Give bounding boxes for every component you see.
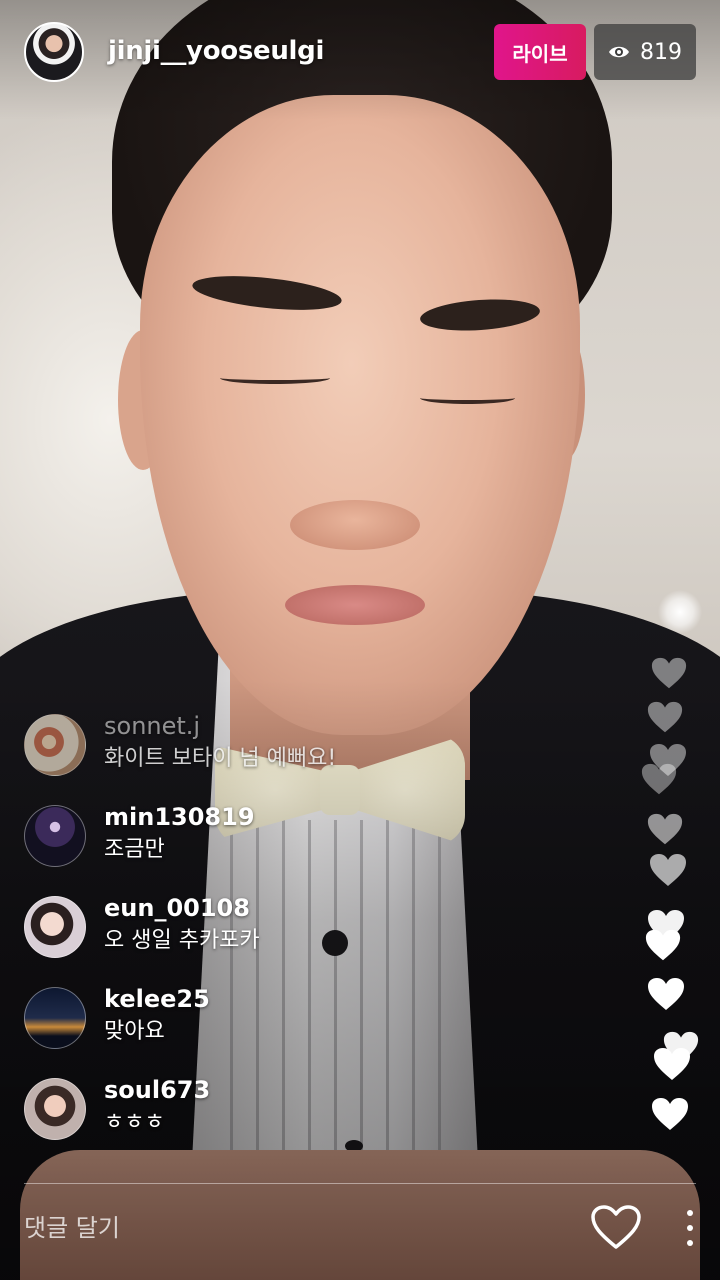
live-header: jinji__yooseulgi 라이브 819 [0,0,720,110]
comment-username[interactable]: soul673 [104,1074,210,1106]
heart-icon [647,813,683,845]
comment-username[interactable]: sonnet.j [104,710,336,742]
heart-icon [641,763,677,795]
heart-icon [651,657,687,689]
heart-icon [648,978,684,1010]
comment-username[interactable]: min130819 [104,801,255,833]
comment-row: eun_00108 오 생일 추카포카 [24,882,544,973]
comment-body: eun_00108 오 생일 추카포카 [104,892,260,958]
heart-icon [645,929,681,961]
comment-text: 맞아요 [104,1019,165,1044]
comment-body: min130819 조금만 [104,801,255,867]
comment-row: soul673 ㅎㅎㅎ [24,1064,544,1155]
comment-username[interactable]: eun_00108 [104,892,260,924]
comment-text: 오 생일 추카포카 [104,928,260,953]
comment-text: 화이트 보타이 넘 예뻐요! [104,746,337,771]
comment-body: soul673 ㅎㅎㅎ [104,1074,210,1140]
comment-body: kelee25 맞아요 [104,983,210,1049]
comment-input[interactable] [24,1206,544,1250]
more-vertical-icon[interactable] [680,1210,700,1246]
comment-avatar[interactable] [24,714,86,776]
comment-text: 조금만 [104,837,165,862]
comment-body: sonnet.j 화이트 보타이 넘 예뻐요! [104,710,336,776]
live-badge: 라이브 [494,24,586,80]
like-button[interactable] [590,1204,642,1250]
comment-row: min130819 조금만 [24,791,544,882]
heart-icon [650,854,686,886]
viewer-count: 819 [640,39,682,65]
heart-icon [647,701,683,733]
viewer-count-badge[interactable]: 819 [594,24,696,80]
comment-list: sonnet.j 화이트 보타이 넘 예뻐요! min130819 조금만 eun_00… [24,700,544,1155]
comment-avatar[interactable] [24,1078,86,1140]
comment-avatar[interactable] [24,805,86,867]
comment-text: ㅎㅎㅎ [104,1110,165,1135]
heart-icon [654,1048,690,1080]
comment-divider [24,1183,696,1184]
heart-icon [652,1098,688,1130]
comment-avatar[interactable] [24,896,86,958]
comment-username[interactable]: kelee25 [104,983,210,1015]
eye-icon [609,46,629,58]
host-avatar[interactable] [24,22,84,82]
comment-row: kelee25 맞아요 [24,973,544,1064]
comment-row: sonnet.j 화이트 보타이 넘 예뻐요! [24,700,544,791]
heart-outline-icon [591,1205,641,1249]
host-username[interactable]: jinji__yooseulgi [108,36,324,66]
comment-avatar[interactable] [24,987,86,1049]
